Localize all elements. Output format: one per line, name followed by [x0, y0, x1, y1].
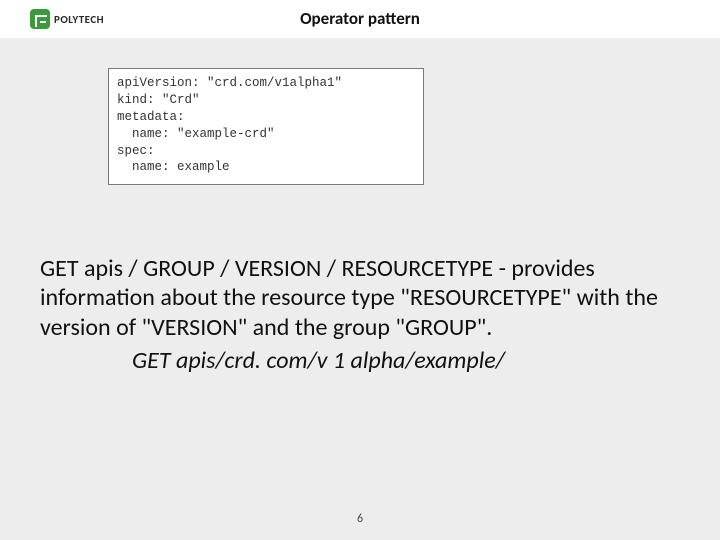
body-text: GET apis / GROUP / VERSION / RESOURCETYP… [40, 254, 680, 375]
body-paragraph: GET apis / GROUP / VERSION / RESOURCETYP… [40, 254, 658, 342]
body-example: GET apis/crd. com/v 1 alpha/example/ [40, 346, 680, 375]
slide: POLYTECH Operator pattern apiVersion: "c… [0, 0, 720, 540]
slide-title: Operator pattern [0, 8, 720, 29]
code-block: apiVersion: "crd.com/v1alpha1" kind: "Cr… [108, 68, 424, 185]
page-number: 6 [0, 512, 720, 526]
